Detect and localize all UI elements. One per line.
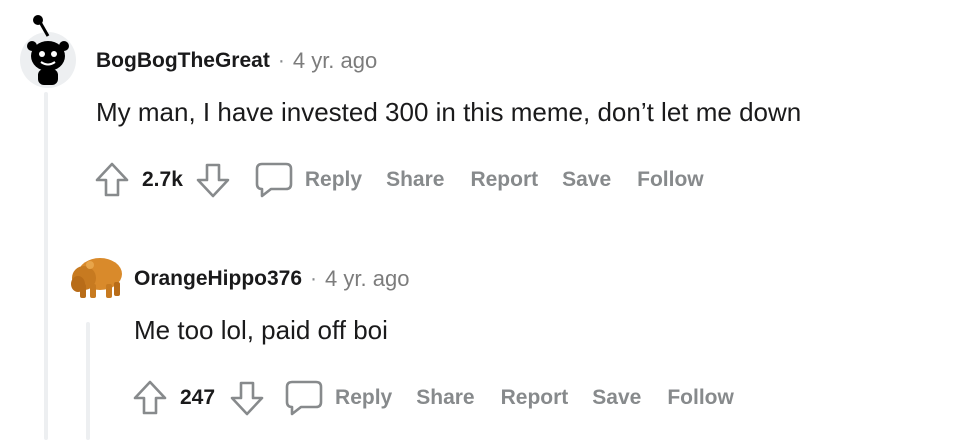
upvote-arrow-icon[interactable] <box>130 378 170 418</box>
comment-actions: 2.7k Reply Share Report Save Follow <box>92 160 704 200</box>
vote-count: 247 <box>180 386 216 409</box>
reply-label: Reply <box>335 386 393 409</box>
downvote-arrow-icon[interactable] <box>227 378 267 418</box>
timestamp[interactable]: 4 yr. ago <box>293 48 377 74</box>
downvote-arrow-icon[interactable] <box>193 160 233 200</box>
reply-label: Reply <box>304 168 363 191</box>
speech-bubble-icon <box>283 378 325 418</box>
user-avatar[interactable] <box>70 254 124 302</box>
vote-count: 2.7k <box>142 168 183 191</box>
thread-line-level-2[interactable] <box>86 322 90 440</box>
save-button[interactable]: Save <box>562 168 611 192</box>
comment-meta: OrangeHippo376 · 4 yr. ago <box>134 266 409 292</box>
comment-body: Me too lol, paid off boi <box>134 315 388 345</box>
comment-actions: 247 Reply Share Report Save Follow <box>130 378 734 418</box>
save-button[interactable]: Save <box>592 386 641 410</box>
timestamp[interactable]: 4 yr. ago <box>325 266 409 292</box>
follow-button[interactable]: Follow <box>637 168 704 192</box>
speech-bubble-icon <box>253 160 295 200</box>
separator-dot: · <box>310 267 318 290</box>
reply-button[interactable]: Reply <box>253 160 362 200</box>
comment-body: My man, I have invested 300 in this meme… <box>96 97 802 127</box>
share-button[interactable]: Share <box>416 386 474 410</box>
follow-button[interactable]: Follow <box>667 386 734 410</box>
username[interactable]: BogBogTheGreat <box>96 49 270 73</box>
thread-line-level-1[interactable] <box>44 92 48 440</box>
reply-button[interactable]: Reply <box>283 378 392 418</box>
upvote-arrow-icon[interactable] <box>92 160 132 200</box>
report-button[interactable]: Report <box>501 386 569 410</box>
comment-meta: BogBogTheGreat · 4 yr. ago <box>96 48 377 74</box>
user-avatar[interactable] <box>18 12 78 88</box>
username[interactable]: OrangeHippo376 <box>134 267 302 291</box>
share-button[interactable]: Share <box>386 168 444 192</box>
separator-dot: · <box>277 49 285 72</box>
report-button[interactable]: Report <box>470 168 538 192</box>
